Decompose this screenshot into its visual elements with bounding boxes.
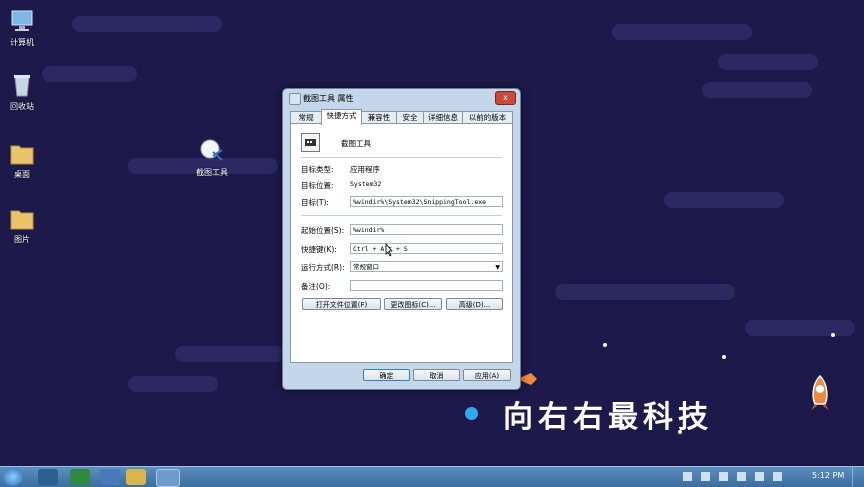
title-bar[interactable]: 截图工具 属性 x: [283, 89, 520, 107]
clock[interactable]: 5:12 PM: [812, 471, 844, 480]
open-file-location-button[interactable]: 打开文件位置(F): [302, 298, 381, 310]
run-label: 运行方式(R):: [301, 263, 345, 272]
target-type-value: 应用程序: [350, 165, 380, 174]
separator: [301, 157, 502, 158]
rocket-icon: [805, 374, 835, 412]
target-type-label: 目标类型:: [301, 165, 334, 174]
background-cloud: [664, 192, 784, 208]
desktop-icon-label: 计算机: [10, 38, 34, 47]
tab-shortcut[interactable]: 快捷方式: [321, 109, 362, 125]
recycle-bin-icon: [9, 72, 35, 98]
system-tray: [683, 470, 783, 484]
qq-icon[interactable]: [38, 469, 58, 485]
tray-icon[interactable]: [683, 472, 692, 481]
start-button[interactable]: [3, 468, 23, 486]
app-icon: [301, 133, 320, 152]
apply-button[interactable]: 应用(A): [463, 369, 511, 381]
watermark-text: 向右右最科技: [503, 400, 713, 435]
explorer-icon[interactable]: [126, 469, 146, 485]
window-title: 截图工具 属性: [303, 94, 354, 103]
cancel-button[interactable]: 取消: [413, 369, 460, 381]
desktop-icon-recycle-bin[interactable]: 回收站: [0, 72, 44, 112]
desktop-icon-label: 回收站: [10, 102, 34, 111]
run-select-value: 常规窗口: [353, 263, 379, 271]
target-location-value: System32: [350, 180, 382, 188]
snipping-tool-icon: [199, 138, 225, 164]
app-taskbar-icon[interactable]: [100, 469, 120, 485]
advanced-button[interactable]: 高级(D)...: [446, 298, 503, 310]
computer-icon: [9, 8, 35, 34]
accent-dot: [465, 407, 478, 420]
taskbar: 5:12 PM: [0, 466, 864, 487]
background-cloud: [42, 66, 137, 82]
ok-button[interactable]: 确定: [363, 369, 410, 381]
snipping-tool-taskbar-icon[interactable]: [156, 469, 180, 487]
desktop-icon-computer[interactable]: 计算机: [0, 8, 44, 48]
properties-dialog: 截图工具 属性 x 常规 快捷方式 兼容性 安全 详细信息 以前的版本 截图工具…: [282, 88, 521, 390]
volume-icon[interactable]: [773, 472, 782, 481]
desktop-icon-label: 桌面: [14, 170, 30, 179]
change-icon-button[interactable]: 更改图标(C)...: [384, 298, 442, 310]
folder-icon: [9, 205, 35, 231]
network-icon[interactable]: [755, 472, 764, 481]
tray-icon[interactable]: [737, 472, 746, 481]
close-button[interactable]: x: [495, 91, 516, 105]
tray-icon[interactable]: [719, 472, 728, 481]
desktop-icon-label: 图片: [14, 235, 30, 244]
separator: [301, 215, 502, 216]
target-label: 目标(T):: [301, 198, 329, 207]
background-cloud: [128, 376, 218, 392]
shortcut-tab-pane: 截图工具 目标类型: 应用程序 目标位置: System32 目标(T): %w…: [290, 123, 513, 363]
show-desktop-button[interactable]: [852, 467, 864, 487]
background-cloud: [702, 82, 812, 98]
star: [831, 333, 835, 337]
run-select[interactable]: 常规窗口 ▼: [350, 261, 503, 272]
start-in-field[interactable]: %windir%: [350, 224, 503, 235]
folder-icon: [9, 140, 35, 166]
comment-label: 备注(O):: [301, 282, 331, 291]
background-cloud: [555, 284, 735, 300]
background-cloud: [175, 346, 285, 362]
chevron-down-icon: ▼: [495, 264, 500, 271]
text-cursor-icon: [385, 242, 393, 257]
desktop-icon-snipping-tool[interactable]: 截图工具: [190, 138, 234, 178]
ie-icon[interactable]: [70, 469, 90, 485]
shortcut-key-label: 快捷键(K):: [301, 245, 337, 254]
shortcut-key-field[interactable]: Ctrl + Alt + S: [350, 243, 503, 254]
app-name: 截图工具: [341, 139, 371, 148]
desktop-icon-pictures-folder[interactable]: 图片: [0, 205, 44, 245]
desktop-icon-label: 截图工具: [196, 168, 228, 177]
background-cloud: [718, 54, 818, 70]
background-cloud: [72, 16, 222, 32]
desktop-icon-desktop-folder[interactable]: 桌面: [0, 140, 44, 180]
target-location-label: 目标位置:: [301, 181, 334, 190]
window-icon: [289, 93, 301, 105]
target-field[interactable]: %windir%\System32\SnippingTool.exe: [350, 196, 503, 207]
comment-field[interactable]: [350, 280, 503, 291]
tray-icon[interactable]: [701, 472, 710, 481]
background-cloud: [612, 24, 752, 40]
desktop: 计算机 回收站 桌面 图片 截图工具 向右右最科技 截图工具 属性 x 常规 快…: [0, 0, 864, 466]
start-in-label: 起始位置(S):: [301, 226, 345, 235]
background-cloud: [745, 320, 855, 336]
star: [722, 355, 726, 359]
star: [603, 343, 607, 347]
